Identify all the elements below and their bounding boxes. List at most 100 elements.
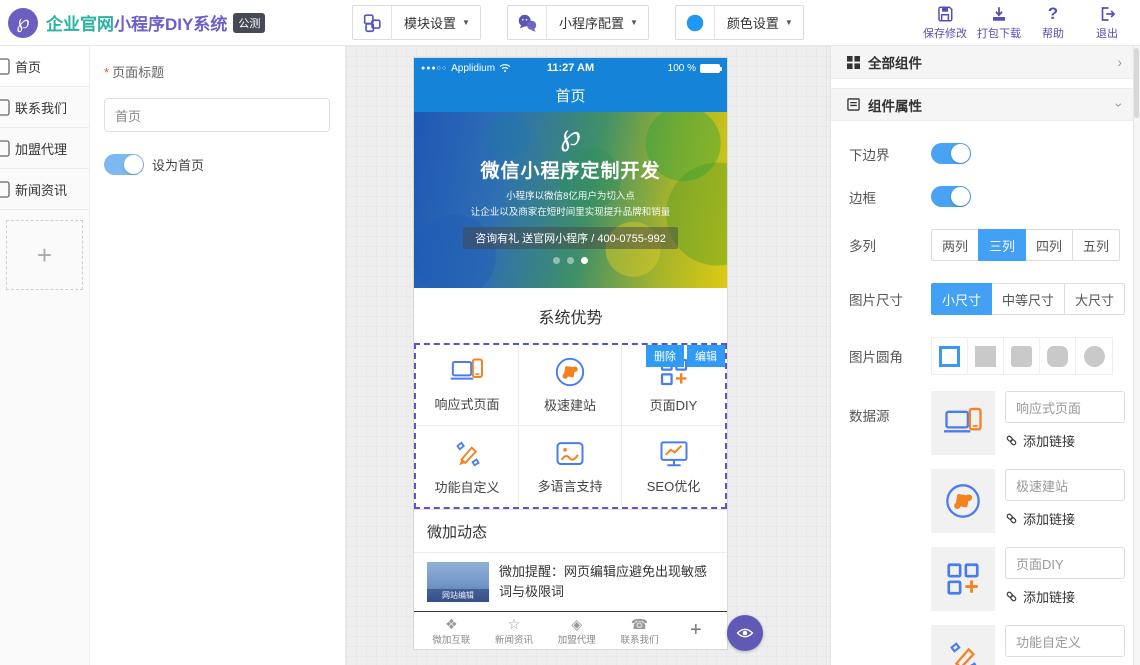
- delete-component-button[interactable]: 删除: [646, 345, 684, 367]
- add-link-button[interactable]: 添加链接: [1005, 431, 1125, 450]
- caret-down-icon: ▼: [785, 18, 803, 27]
- advantage-item-label: 多语言支持: [537, 476, 602, 495]
- tab-agency[interactable]: ◈ 加盟代理: [545, 616, 608, 646]
- page-icon: [0, 99, 10, 116]
- advantage-item-label: 响应式页面: [434, 394, 499, 413]
- save-label: 保存修改: [923, 25, 967, 41]
- border-label: 边框: [849, 187, 931, 207]
- data-source-title-input[interactable]: [1005, 469, 1125, 501]
- tab-contact[interactable]: ☎ 联系我们: [608, 616, 671, 646]
- component-props-bar[interactable]: 组件属性 ›: [831, 88, 1134, 121]
- speed-build-icon: [554, 356, 586, 388]
- eye-icon: [736, 626, 754, 640]
- radius-option-circle[interactable]: [1076, 338, 1112, 374]
- link-icon: [1005, 512, 1018, 525]
- advantage-item-label: 页面DIY: [650, 395, 698, 414]
- carousel-dots[interactable]: [414, 257, 727, 264]
- beta-badge: 公测: [233, 13, 265, 33]
- news-item[interactable]: 网站编辑 微加提醒：网页编辑应避免出现敏感词与极限词: [414, 553, 727, 611]
- hero-banner[interactable]: ℘ 微信小程序定制开发 小程序以微信8亿用户为切入点 让企业以及商家在短时间里实…: [414, 112, 727, 288]
- image-size-row: 图片尺寸 小尺寸 中等尺寸 大尺寸: [849, 283, 1134, 315]
- component-ops: 删除 编辑: [646, 345, 725, 367]
- columns-option-4[interactable]: 四列: [1025, 229, 1073, 261]
- data-source-title-input[interactable]: [1005, 391, 1125, 423]
- add-link-button[interactable]: 添加链接: [1005, 509, 1125, 528]
- bottom-border-label: 下边界: [849, 144, 931, 164]
- bottom-border-toggle[interactable]: [931, 143, 971, 164]
- radius-option-square-selected[interactable]: [932, 338, 968, 374]
- add-link-button[interactable]: 添加链接: [1005, 587, 1125, 606]
- image-size-large[interactable]: 大尺寸: [1064, 283, 1125, 315]
- brand: ℘ 企业官网小程序DIY系统 公测: [0, 8, 352, 38]
- border-row: 边框: [849, 186, 1134, 207]
- advantage-item-seo[interactable]: SEO优化: [622, 426, 725, 507]
- miniprogram-config-button[interactable]: 小程序配置 ▼: [507, 5, 649, 40]
- seo-icon: [657, 439, 691, 469]
- data-source-rows: 添加链接: [931, 391, 1125, 665]
- download-icon: [990, 5, 1008, 23]
- set-homepage-toggle[interactable]: [104, 154, 144, 175]
- data-source-title-input[interactable]: [1005, 625, 1125, 657]
- signal-dots: ●●●○○: [421, 65, 447, 72]
- exit-icon: [1098, 5, 1116, 23]
- download-button[interactable]: 打包下载: [972, 5, 1026, 41]
- scrollbar-thumb[interactable]: [1134, 48, 1139, 118]
- hero-logo-icon: ℘: [414, 112, 727, 152]
- exit-button[interactable]: 退出: [1080, 5, 1134, 41]
- phone-preview: ●●●○○ Applidium 11:27 AM 100 % 首页 ℘: [413, 57, 728, 650]
- cubes-icon: [353, 6, 391, 39]
- tab-news[interactable]: ☆ 新闻资讯: [483, 616, 546, 646]
- carousel-dot[interactable]: [553, 257, 560, 264]
- columns-option-2[interactable]: 两列: [931, 229, 979, 261]
- phone-tab-bar: ❖ 微加互联 ☆ 新闻资讯 ◈ 加盟代理 ☎ 联系我们 +: [414, 611, 727, 649]
- data-source-title-input[interactable]: [1005, 547, 1125, 579]
- sidebar-item-home[interactable]: 首页: [0, 46, 89, 87]
- sidebar-item-news[interactable]: 新闻资讯: [0, 169, 89, 210]
- tab-add-button[interactable]: +: [671, 619, 721, 642]
- advantage-item-speed[interactable]: 极速建站: [519, 345, 622, 426]
- radius-option-rounded[interactable]: [1004, 338, 1040, 374]
- image-size-medium[interactable]: 中等尺寸: [991, 283, 1065, 315]
- add-page-button[interactable]: +: [6, 220, 83, 290]
- sidebar-item-contact[interactable]: 联系我们: [0, 87, 89, 128]
- columns-option-3[interactable]: 三列: [978, 229, 1026, 261]
- carrier-label: Applidium: [451, 63, 495, 74]
- page-icon: [0, 181, 10, 198]
- advantage-item-multilang[interactable]: 多语言支持: [519, 426, 622, 507]
- radius-option-more-rounded[interactable]: [1040, 338, 1076, 374]
- hero-promo-pill: 咨询有礼 送官网小程序 / 400-0755-992: [463, 227, 678, 249]
- page-title-input[interactable]: [104, 98, 330, 132]
- speed-build-icon: [931, 469, 995, 533]
- advantage-item-responsive[interactable]: 响应式页面: [416, 345, 519, 426]
- custom-func-icon: [451, 438, 483, 470]
- tab-label: 新闻资讯: [495, 632, 533, 646]
- edit-component-button[interactable]: 编辑: [687, 345, 725, 367]
- carousel-dot[interactable]: [567, 257, 574, 264]
- selected-component-outline[interactable]: 删除 编辑 响应式页面: [414, 343, 727, 509]
- save-button[interactable]: 保存修改: [918, 5, 972, 41]
- radius-option-sharp[interactable]: [968, 338, 1004, 374]
- color-settings-button[interactable]: 颜色设置 ▼: [675, 5, 804, 40]
- border-toggle[interactable]: [931, 186, 971, 207]
- color-circle-icon: [676, 6, 714, 39]
- carousel-dot-active[interactable]: [581, 257, 588, 264]
- list-icon: [847, 98, 860, 111]
- diamond-icon: ◈: [571, 616, 582, 632]
- columns-option-5[interactable]: 五列: [1072, 229, 1120, 261]
- tab-weijia[interactable]: ❖ 微加互联: [420, 616, 483, 646]
- all-components-bar[interactable]: 全部组件 ›: [831, 46, 1134, 79]
- help-button[interactable]: ? 帮助: [1026, 5, 1080, 41]
- sidebar-item-agency[interactable]: 加盟代理: [0, 128, 89, 169]
- data-source-item-custom: 添加链接: [931, 625, 1125, 665]
- responsive-icon: [931, 391, 995, 455]
- wifi-icon: [499, 63, 511, 73]
- page-title-label-row: *页面标题: [104, 62, 331, 82]
- module-settings-button[interactable]: 模块设置 ▼: [352, 5, 481, 40]
- responsive-icon: [450, 357, 484, 387]
- image-size-small[interactable]: 小尺寸: [931, 283, 992, 315]
- app-title: 企业官网小程序DIY系统: [46, 10, 227, 35]
- advantage-item-label: 极速建站: [544, 395, 596, 414]
- advantage-item-custom[interactable]: 功能自定义: [416, 426, 519, 507]
- inspector-scrollbar[interactable]: [1133, 46, 1140, 665]
- preview-eye-button[interactable]: [727, 615, 763, 651]
